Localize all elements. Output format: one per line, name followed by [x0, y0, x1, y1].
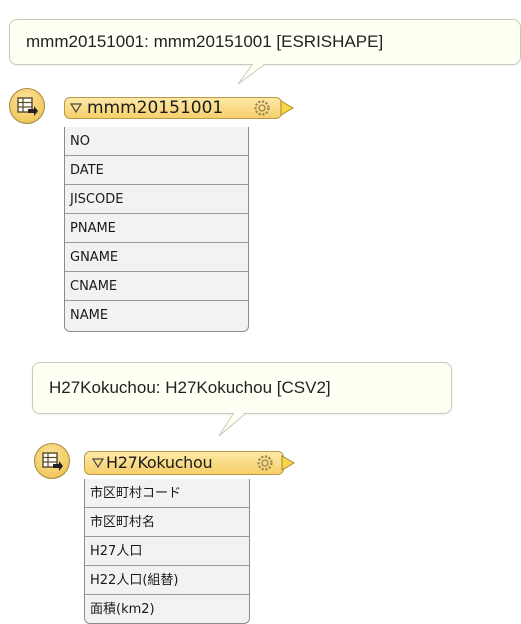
collapse-triangle-icon[interactable]	[92, 458, 104, 468]
feature-type-name: H27Kokuchou	[106, 453, 213, 472]
attribute-row[interactable]: 市区町村名	[85, 508, 249, 537]
attribute-row[interactable]: 面積(km2)	[85, 595, 249, 624]
table-arrow-icon	[42, 452, 63, 471]
attribute-row[interactable]: H27人口	[85, 537, 249, 566]
feature-type-h27kokuchou[interactable]: H27Kokuchou 市区町村コード 市区町村名 H27人口 H22人口(組替…	[0, 0, 521, 624]
attribute-row[interactable]: 市区町村コード	[85, 479, 249, 508]
gear-icon[interactable]	[255, 453, 275, 473]
attribute-list: 市区町村コード 市区町村名 H27人口 H22人口(組替) 面積(km2)	[84, 479, 250, 624]
output-port-icon[interactable]	[281, 455, 295, 471]
feature-type-icon[interactable]	[34, 443, 70, 479]
attribute-row[interactable]: H22人口(組替)	[85, 566, 249, 595]
